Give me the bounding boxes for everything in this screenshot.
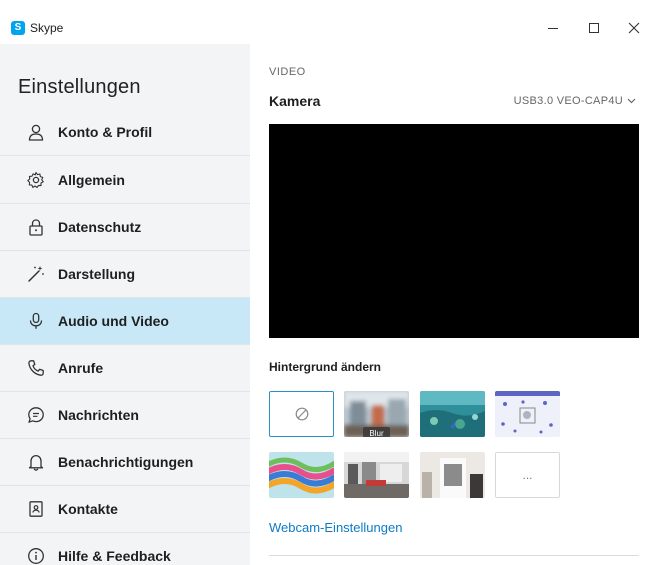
camera-label: Kamera <box>269 93 321 109</box>
settings-sidebar: Einstellungen Konto & Profil Allgemein D… <box>0 44 250 565</box>
bell-icon <box>26 452 46 472</box>
camera-preview <box>269 124 639 338</box>
close-button[interactable] <box>622 16 646 40</box>
blur-label: Blur <box>363 427 390 437</box>
minimize-button[interactable] <box>539 16 567 40</box>
contacts-book-icon <box>26 499 46 519</box>
sidebar-item-label: Darstellung <box>58 266 136 282</box>
window-title: Skype <box>30 21 64 35</box>
office-thumbnail <box>344 452 409 498</box>
person-icon <box>26 122 46 142</box>
maximize-button[interactable] <box>580 16 608 40</box>
sidebar-item-kontakte[interactable]: Kontakte <box>0 486 250 533</box>
colorful-waves-thumbnail <box>269 452 334 498</box>
sidebar-item-datenschutz[interactable]: Datenschutz <box>0 204 250 251</box>
background-option-room[interactable] <box>420 452 485 498</box>
sidebar-item-konto-profil[interactable]: Konto & Profil <box>0 109 250 156</box>
sidebar-item-label: Hilfe & Feedback <box>58 548 171 564</box>
more-backgrounds-button[interactable]: ... <box>495 452 560 498</box>
background-option-none[interactable] <box>269 391 334 437</box>
underwater-thumbnail <box>420 391 485 437</box>
lock-icon <box>26 217 46 237</box>
skype-logo-icon: S <box>11 21 25 35</box>
sidebar-item-label: Allgemein <box>58 172 125 188</box>
minimize-icon <box>548 27 558 29</box>
maximize-icon <box>589 23 599 33</box>
background-option-snowflakes[interactable] <box>495 391 560 437</box>
chat-bubble-icon <box>26 405 46 425</box>
sidebar-item-label: Kontakte <box>58 501 118 517</box>
sidebar-item-hilfe-feedback[interactable]: Hilfe & Feedback <box>0 533 250 565</box>
webcam-settings-link[interactable]: Webcam-Einstellungen <box>269 520 402 535</box>
audio-video-panel: VIDEO Kamera USB3.0 VEO-CAP4U Hintergrun… <box>250 44 646 565</box>
sidebar-item-allgemein[interactable]: Allgemein <box>0 157 250 204</box>
divider <box>269 555 639 556</box>
background-label: Hintergrund ändern <box>269 360 382 374</box>
sidebar-item-label: Audio und Video <box>58 313 169 329</box>
chevron-down-icon <box>627 98 636 104</box>
background-option-blur[interactable]: Blur <box>344 391 409 437</box>
no-background-icon <box>295 407 308 421</box>
sidebar-item-anrufe[interactable]: Anrufe <box>0 345 250 392</box>
background-option-colorful-waves[interactable] <box>269 452 334 498</box>
sidebar-item-label: Benachrichtigungen <box>58 454 194 470</box>
blur-chip: Blur <box>344 423 409 437</box>
title-bar: S Skype <box>0 0 646 44</box>
phone-icon <box>26 358 46 378</box>
sidebar-item-nachrichten[interactable]: Nachrichten <box>0 392 250 439</box>
close-icon <box>628 22 640 34</box>
microphone-icon <box>26 311 46 331</box>
gear-icon <box>26 170 46 190</box>
sidebar-item-label: Nachrichten <box>58 407 139 423</box>
magic-wand-icon <box>26 264 46 284</box>
sidebar-item-label: Datenschutz <box>58 219 142 235</box>
camera-select[interactable]: USB3.0 VEO-CAP4U <box>514 95 636 107</box>
sidebar-item-benachrichtigungen[interactable]: Benachrichtigungen <box>0 439 250 486</box>
sidebar-item-label: Anrufe <box>58 360 104 376</box>
sidebar-item-label: Konto & Profil <box>58 124 153 140</box>
snowflakes-thumbnail <box>495 391 560 437</box>
section-label: VIDEO <box>269 66 306 78</box>
background-option-underwater[interactable] <box>420 391 485 437</box>
sidebar-title: Einstellungen <box>18 76 141 98</box>
room-thumbnail <box>420 452 485 498</box>
sidebar-item-darstellung[interactable]: Darstellung <box>0 251 250 298</box>
camera-device-value: USB3.0 VEO-CAP4U <box>513 95 623 107</box>
info-icon <box>26 546 46 565</box>
background-option-office[interactable] <box>344 452 409 498</box>
sidebar-item-audio-video[interactable]: Audio und Video <box>0 298 250 345</box>
